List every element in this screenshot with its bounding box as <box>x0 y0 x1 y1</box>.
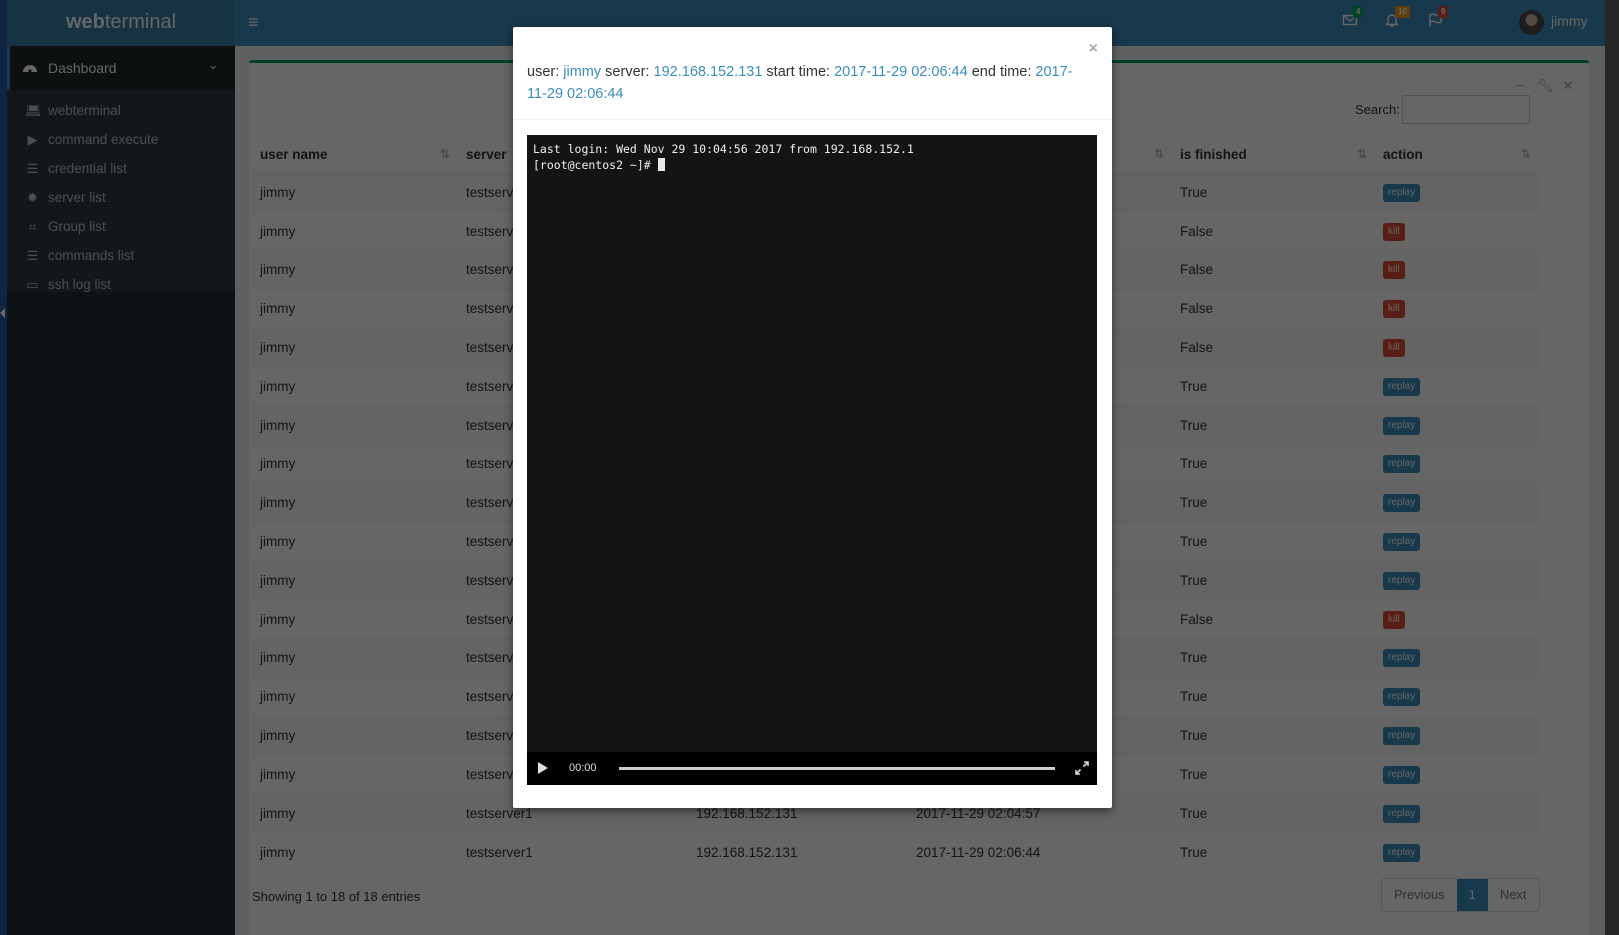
close-icon[interactable]: × <box>1089 41 1098 57</box>
terminal-line: [root@centos2 ~]# <box>533 157 914 173</box>
modal-divider <box>513 119 1112 120</box>
modal-server: 192.168.152.131 <box>653 64 763 80</box>
play-icon[interactable] <box>538 762 548 774</box>
terminal-player[interactable]: Last login: Wed Nov 29 10:04:56 2017 fro… <box>527 135 1097 785</box>
terminal-line: Last login: Wed Nov 29 10:04:56 2017 fro… <box>533 142 914 156</box>
terminal-output: Last login: Wed Nov 29 10:04:56 2017 fro… <box>533 141 914 173</box>
terminal-cursor <box>657 158 665 171</box>
replay-modal: × user: jimmy server: 192.168.152.131 st… <box>513 27 1112 808</box>
modal-title: user: jimmy server: 192.168.152.131 star… <box>527 64 1073 102</box>
modal-user: jimmy <box>563 64 602 80</box>
modal-start-time: 2017-11-29 02:06:44 <box>834 64 968 80</box>
player-time: 00:00 <box>569 762 597 774</box>
player-controls: 00:00 <box>527 752 1097 785</box>
fullscreen-icon[interactable] <box>1073 759 1091 777</box>
player-progress-bar[interactable] <box>619 767 1055 770</box>
